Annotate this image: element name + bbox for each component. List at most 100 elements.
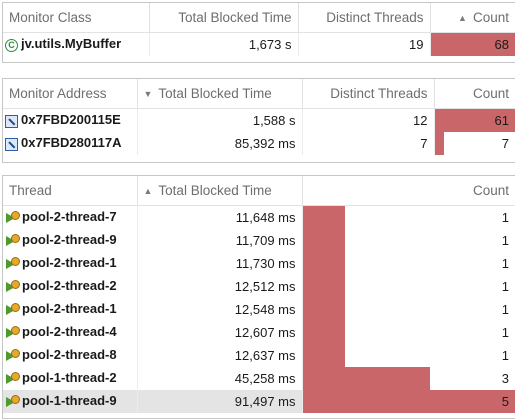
name-label: jv.utils.MyBuffer [21, 36, 122, 52]
name-label: pool-1-thread-9 [22, 393, 117, 409]
distinct-threads-cell: 12 [302, 108, 435, 132]
count-cell: 68 [430, 32, 515, 56]
thread-row[interactable]: pool-1-thread-2 45,258 ms 3 [3, 366, 515, 390]
thread-row[interactable]: pool-1-thread-9 91,497 ms 5 [3, 389, 515, 413]
thread-row[interactable]: pool-2-thread-4 12,607 ms 1 [3, 320, 515, 344]
thread-row[interactable]: pool-2-thread-1 11,730 ms 1 [3, 251, 515, 275]
thread-icon [5, 210, 20, 225]
count-value: 1 [501, 324, 509, 340]
sort-descending-icon: ▼ [143, 89, 153, 100]
column-header-total-blocked-time[interactable]: ▲ Total Blocked Time [137, 176, 303, 206]
column-header-count[interactable]: Count [302, 176, 515, 206]
name-label: pool-2-thread-9 [22, 232, 117, 248]
thread-panel: Thread ▲ Total Blocked Time Count pool-2-… [2, 175, 515, 419]
name-cell: 0x7FBD200115E [3, 108, 138, 132]
name-cell: pool-2-thread-4 [3, 320, 138, 344]
monitor-address-table: Monitor Address ▼ Total Blocked Time Dist… [3, 79, 515, 155]
thread-icon [5, 371, 20, 386]
blocked-time-cell: 11,648 ms [137, 205, 303, 229]
count-cell: 1 [302, 228, 515, 252]
count-value: 68 [494, 36, 509, 52]
thread-icon [5, 325, 20, 340]
name-label: pool-2-thread-4 [22, 324, 117, 340]
count-value: 1 [501, 232, 509, 248]
blocked-time-cell: 12,607 ms [137, 320, 303, 344]
name-cell: pool-2-thread-2 [3, 274, 138, 298]
name-cell: Cjv.utils.MyBuffer [3, 32, 150, 56]
thread-row[interactable]: pool-2-thread-7 11,648 ms 1 [3, 205, 515, 229]
monitor-address-panel: Monitor Address ▼ Total Blocked Time Dist… [2, 78, 515, 163]
thread-row[interactable]: pool-2-thread-9 11,709 ms 1 [3, 228, 515, 252]
thread-icon [5, 233, 20, 248]
name-label: pool-2-thread-1 [22, 255, 117, 271]
blocked-time-cell: 85,392 ms [137, 131, 303, 155]
column-header-count[interactable]: ▲ Count [430, 3, 515, 33]
monitor-class-table: Monitor Class Total Blocked Time Distinc… [3, 3, 515, 56]
column-header-blocked-label: Total Blocked Time [158, 85, 272, 101]
name-cell: pool-2-thread-9 [3, 228, 138, 252]
name-cell: pool-2-thread-1 [3, 297, 138, 321]
count-value: 3 [501, 370, 509, 386]
thread-icon [5, 279, 20, 294]
name-cell: 0x7FBD280117A [3, 131, 138, 155]
blocked-time-cell: 1,673 s [149, 32, 299, 56]
column-header-count[interactable]: Count [434, 79, 515, 109]
blocked-time-cell: 45,258 ms [137, 366, 303, 390]
column-header-blocked-label: Total Blocked Time [158, 182, 272, 198]
count-value: 1 [501, 301, 509, 317]
blocked-time-cell: 1,588 s [137, 108, 303, 132]
column-header-distinct-threads[interactable]: Distinct Threads [298, 3, 431, 33]
monitor-address-row[interactable]: 0x7FBD200115E 1,588 s 12 61 [3, 108, 515, 132]
thread-row[interactable]: pool-2-thread-1 12,548 ms 1 [3, 297, 515, 321]
column-header-monitor-class[interactable]: Monitor Class [3, 3, 150, 33]
name-label: 0x7FBD280117A [21, 135, 122, 151]
count-value: 1 [501, 278, 509, 294]
count-cell: 1 [302, 320, 515, 344]
name-cell: pool-2-thread-7 [3, 205, 138, 229]
name-label: pool-2-thread-2 [22, 278, 117, 294]
count-value: 1 [501, 209, 509, 225]
monitor-class-panel: Monitor Class Total Blocked Time Distinc… [2, 2, 515, 63]
count-value: 5 [501, 393, 509, 409]
count-value: 1 [501, 347, 509, 363]
name-label: pool-2-thread-1 [22, 301, 117, 317]
count-value: 7 [501, 135, 509, 151]
monitor-address-row[interactable]: 0x7FBD280117A 85,392 ms 7 7 [3, 131, 515, 155]
class-icon: C [5, 38, 18, 52]
blocked-time-cell: 91,497 ms [137, 389, 303, 413]
count-cell: 1 [302, 297, 515, 321]
thread-table: Thread ▲ Total Blocked Time Count pool-2-… [3, 176, 515, 413]
count-value: 1 [501, 255, 509, 271]
blocked-time-cell: 12,512 ms [137, 274, 303, 298]
monitor-class-row[interactable]: Cjv.utils.MyBuffer 1,673 s 19 68 [3, 32, 515, 56]
column-header-count-label: Count [472, 9, 509, 25]
distinct-threads-cell: 19 [298, 32, 431, 56]
blocked-time-cell: 12,548 ms [137, 297, 303, 321]
thread-row[interactable]: pool-2-thread-8 12,637 ms 1 [3, 343, 515, 367]
column-header-total-blocked-time[interactable]: Total Blocked Time [149, 3, 299, 33]
count-cell: 1 [302, 205, 515, 229]
thread-icon [5, 302, 20, 317]
count-cell: 3 [302, 366, 515, 390]
monitor-address-icon [5, 137, 18, 151]
distinct-threads-cell: 7 [302, 131, 435, 155]
blocked-time-cell: 11,709 ms [137, 228, 303, 252]
blocked-time-cell: 12,637 ms [137, 343, 303, 367]
name-cell: pool-2-thread-1 [3, 251, 138, 275]
column-header-monitor-address[interactable]: Monitor Address [3, 79, 138, 109]
count-cell: 61 [434, 108, 515, 132]
thread-icon [5, 394, 20, 409]
thread-icon [5, 256, 20, 271]
thread-icon [5, 348, 20, 363]
thread-row[interactable]: pool-2-thread-2 12,512 ms 1 [3, 274, 515, 298]
count-cell: 1 [302, 343, 515, 367]
name-cell: pool-1-thread-2 [3, 366, 138, 390]
column-header-distinct-threads[interactable]: Distinct Threads [302, 79, 435, 109]
name-cell: pool-2-thread-8 [3, 343, 138, 367]
column-header-thread[interactable]: Thread [3, 176, 138, 206]
count-cell: 5 [302, 389, 515, 413]
count-cell: 1 [302, 274, 515, 298]
name-label: pool-1-thread-2 [22, 370, 117, 386]
count-cell: 7 [434, 131, 515, 155]
column-header-total-blocked-time[interactable]: ▼ Total Blocked Time [137, 79, 303, 109]
